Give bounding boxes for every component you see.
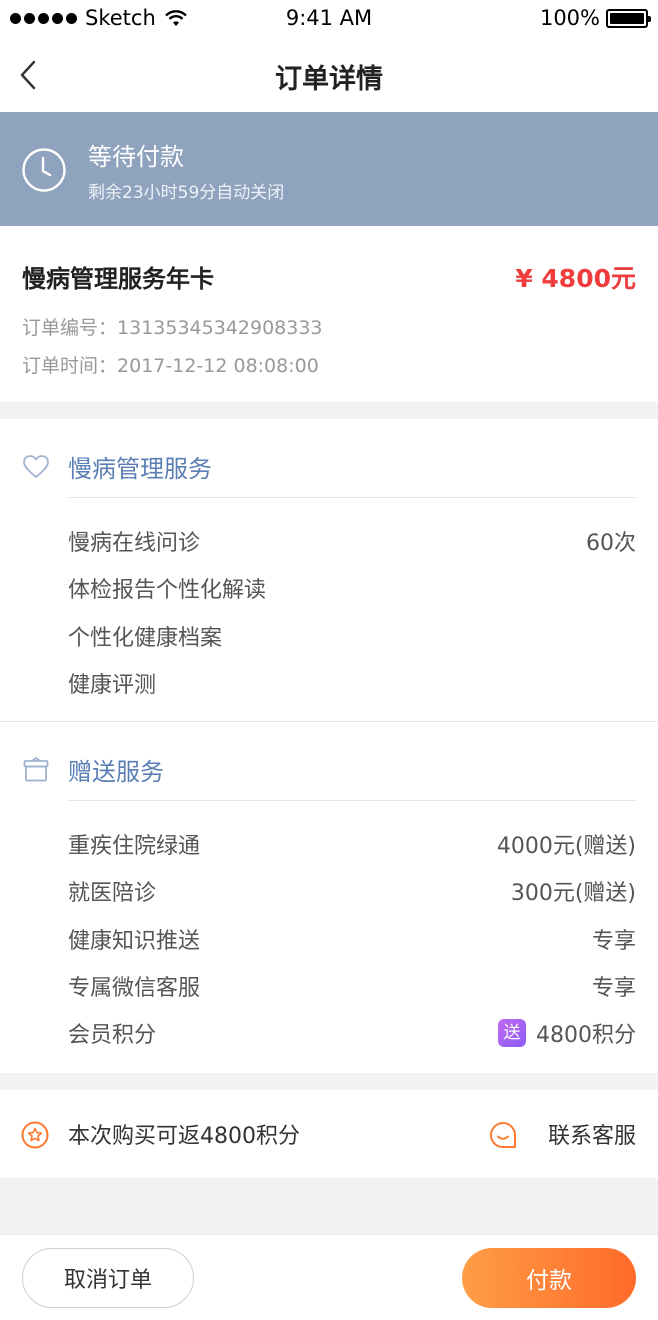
pay-button[interactable]: 付款	[462, 1248, 636, 1308]
order-number-label: 订单编号：	[22, 317, 118, 339]
gift-item-name: 健康知识推送	[68, 929, 201, 954]
services-section-header: 慢病管理服务	[0, 429, 658, 489]
gift-item-value: 4000元(赠送)	[496, 834, 636, 859]
customer-service-icon[interactable]	[489, 1121, 517, 1149]
battery-info: 100%	[539, 6, 651, 30]
order-summary-card: 慢病管理服务年卡 ¥ 4800元 订单编号：13135345342908333 …	[0, 226, 658, 402]
gift-item-name: 会员积分	[68, 1023, 157, 1048]
gifts-section-header: 赠送服务	[0, 732, 658, 792]
gift-item: 就医陪诊 300元(赠送)	[68, 869, 636, 909]
service-item-value: 60次	[586, 531, 636, 556]
service-item-name: 慢病在线问诊	[68, 531, 201, 556]
gift-badge: 送	[498, 1019, 526, 1047]
heart-icon	[23, 455, 49, 478]
gift-item-name: 专属微信客服	[68, 976, 201, 1001]
service-item: 个性化健康档案	[68, 614, 636, 654]
service-item-name: 健康评测	[68, 673, 157, 698]
contact-service-link[interactable]: 联系客服	[548, 1118, 636, 1150]
order-time-label: 订单时间：	[22, 355, 118, 377]
points-contact-bar: 本次购买可返4800积分 联系客服	[0, 1090, 658, 1178]
gift-item: 专属微信客服 专享	[68, 964, 636, 1004]
service-item-name: 体检报告个性化解读	[68, 578, 267, 603]
order-time: 订单时间：2017-12-12 08:08:00	[22, 351, 319, 378]
gift-item: 重疾住院绿通 4000元(赠送)	[68, 822, 636, 862]
order-time-value: 2017-12-12 08:08:00	[117, 355, 319, 377]
service-details-card: 慢病管理服务 慢病在线问诊 60次 体检报告个性化解读 个性化健康档案 健康评测…	[0, 419, 658, 1073]
gift-box-icon	[23, 756, 49, 782]
gifts-section-title: 赠送服务	[68, 758, 164, 786]
service-item: 体检报告个性化解读	[68, 566, 636, 606]
order-status-countdown: 剩余23小时59分自动关闭	[88, 183, 285, 203]
order-status-banner: 等待付款 剩余23小时59分自动关闭	[0, 112, 658, 226]
bottom-action-bar: 取消订单 付款	[0, 1234, 658, 1320]
order-number-value: 13135345342908333	[117, 317, 323, 339]
service-item: 慢病在线问诊 60次	[68, 519, 636, 559]
services-section-title: 慢病管理服务	[68, 455, 212, 483]
gift-item-value: 4800积分	[536, 1023, 636, 1048]
order-status-title: 等待付款	[88, 143, 184, 171]
cancel-order-button[interactable]: 取消订单	[22, 1248, 194, 1308]
gift-item-name: 就医陪诊	[68, 881, 157, 906]
gift-item-value: 300元(赠送)	[510, 881, 636, 906]
product-name: 慢病管理服务年卡	[22, 265, 214, 293]
points-reward-text: 本次购买可返4800积分	[68, 1124, 300, 1149]
status-bar: Sketch 9:41 AM 100%	[0, 0, 658, 38]
gift-item: 会员积分 送 4800积分	[68, 1011, 636, 1051]
gift-item: 健康知识推送 专享	[68, 917, 636, 957]
gift-item-name: 重疾住院绿通	[68, 834, 201, 859]
service-item: 健康评测	[68, 661, 636, 701]
page-title: 订单详情	[275, 64, 383, 95]
gift-item-value: 专享	[591, 929, 636, 954]
section-divider	[68, 800, 636, 801]
battery-icon	[606, 8, 651, 28]
order-number: 订单编号：13135345342908333	[22, 313, 323, 340]
service-item-name: 个性化健康档案	[68, 626, 223, 651]
order-price: ¥ 4800元	[515, 264, 636, 293]
gift-item-value: 专享	[591, 976, 636, 1001]
star-icon	[21, 1121, 49, 1149]
navigation-bar: 订单详情	[0, 38, 658, 112]
section-divider	[68, 497, 636, 498]
section-divider	[0, 721, 658, 722]
gift-item-value-wrap: 送 4800积分	[498, 1017, 636, 1049]
battery-percent: 100%	[539, 6, 600, 30]
clock-icon	[22, 148, 66, 192]
